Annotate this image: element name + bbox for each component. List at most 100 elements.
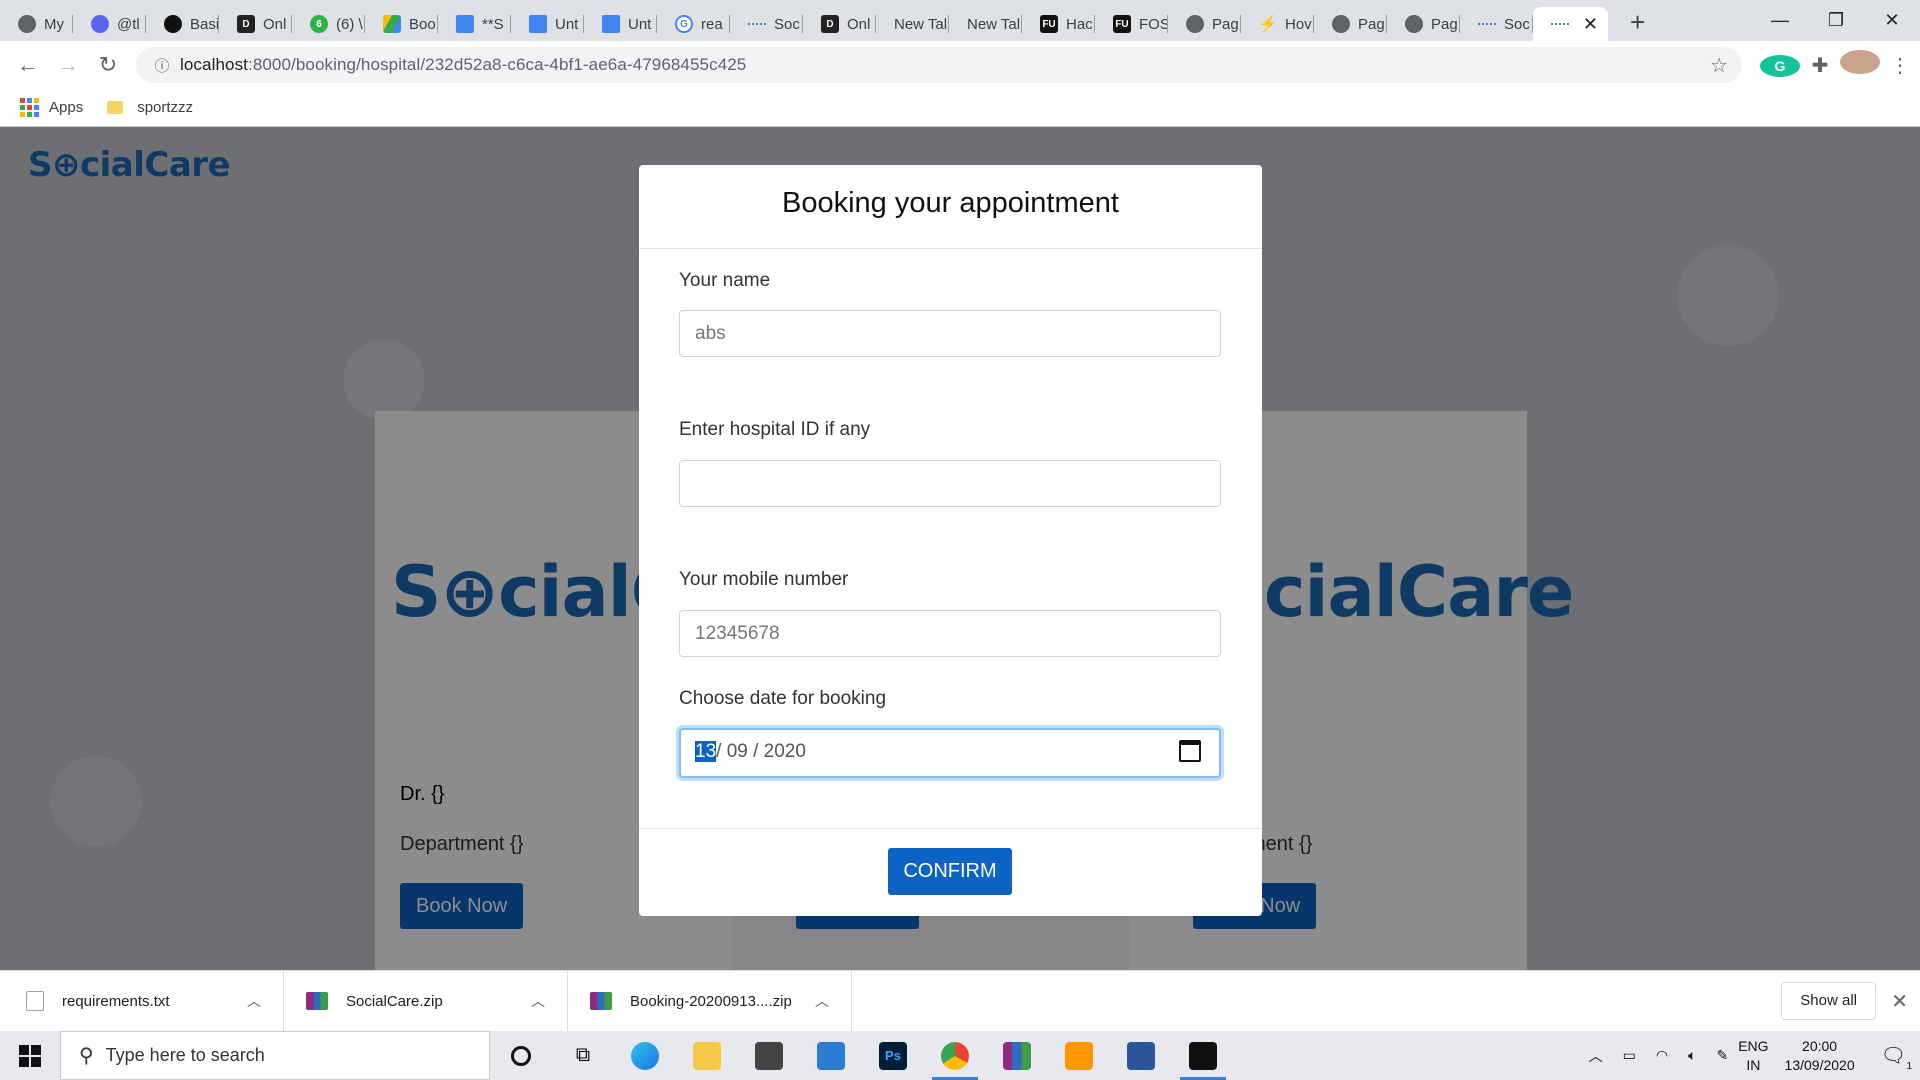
tab[interactable]: Pag [1387,7,1460,41]
bookmark-star-icon[interactable]: ☆ [1710,53,1728,78]
profile-avatar-icon[interactable] [1840,50,1880,80]
word-icon[interactable] [1110,1031,1172,1080]
notification-icon[interactable]: 🗨︎ 1 [1881,1043,1912,1072]
download-item[interactable]: Booking-20200913....zip ︿ [568,970,852,1032]
taskbar-search[interactable]: ⚲ Type here to search [60,1031,490,1080]
calendar-icon[interactable] [1179,740,1201,762]
menu-kebab-icon[interactable]: ⋮ [1880,53,1920,78]
tab[interactable]: Pag [1314,7,1387,41]
new-tab-button[interactable]: + [1630,7,1645,38]
address-bar[interactable]: ⓘ localhost:8000/booking/hospital/232d52… [136,47,1742,83]
hospital-id-label: Enter hospital ID if any [679,419,871,440]
minimize-icon[interactable]: — [1752,0,1808,41]
sublime-text-icon[interactable] [1048,1031,1110,1080]
chrome-icon[interactable] [924,1031,986,1080]
mail-icon[interactable] [800,1031,862,1080]
tab[interactable]: Pag [1168,7,1241,41]
chevron-up-icon[interactable]: ︿ [531,991,545,1011]
tab-label: Onl [847,15,871,33]
photoshop-icon[interactable]: Ps [862,1031,924,1080]
date-day-segment[interactable]: 13 [695,741,717,762]
tab-active[interactable]: ✕ [1533,7,1608,41]
mobile-input[interactable]: 12345678 [679,610,1221,657]
task-view-icon[interactable]: ⧉ [552,1031,614,1080]
tab[interactable]: ⚡ Hov [1241,7,1314,41]
clock[interactable]: 20:00 13/09/2020 [1785,1037,1855,1075]
tab-label: rea [701,15,723,33]
pen-icon[interactable]: ✎ [1716,1047,1728,1064]
tab[interactable]: Grea [657,7,730,41]
tab[interactable]: My [0,7,73,41]
download-item[interactable]: requirements.txt ︿ [0,970,284,1032]
tab[interactable]: New Tal [876,7,949,41]
download-item[interactable]: SocialCare.zip ︿ [284,970,568,1032]
tab[interactable]: **S [438,7,511,41]
name-input[interactable]: abs [679,310,1221,357]
bookmark-sportzzz[interactable]: sportzzz [107,99,193,116]
tab[interactable]: @tl [73,7,146,41]
folder-icon [107,101,124,114]
wifi-icon[interactable]: ◠ [1656,1047,1668,1064]
tab[interactable]: Unt [584,7,657,41]
zip-file-icon [590,992,612,1010]
back-icon[interactable]: ← [8,52,48,78]
date-input[interactable]: 13/ 09 / 2020 [679,728,1221,778]
confirm-button[interactable]: CONFIRM [888,848,1012,895]
tab-label: (6) \ [336,15,363,33]
tab[interactable]: FU Hac [1022,7,1095,41]
dash-icon [1551,23,1569,25]
date-rest-segment[interactable]: / 09 / 2020 [716,741,806,762]
tab-label: Soc [774,15,800,33]
tab-label: Hac [1066,15,1093,33]
store-icon[interactable] [738,1031,800,1080]
terminal-icon[interactable] [1172,1031,1234,1080]
date-label: Choose date for booking [679,688,887,709]
tab[interactable]: D Onl [219,7,292,41]
show-all-button[interactable]: Show all [1781,982,1876,1020]
tab-label: New Tal [967,15,1021,33]
tab[interactable]: Unt [511,7,584,41]
tab-label: Unt [628,15,652,33]
volume-icon[interactable]: 🔈︎ [1688,1047,1696,1064]
tab[interactable]: D Onl [803,7,876,41]
url-path: :8000/booking/hospital/232d52a8-c6ca-4bf… [248,55,747,74]
tab[interactable]: Basi [146,7,219,41]
reload-icon[interactable]: ↻ [88,52,128,78]
tab[interactable]: Soc [730,7,803,41]
file-explorer-icon[interactable] [676,1031,738,1080]
zip-file-icon [306,992,328,1010]
grammarly-extension-icon[interactable]: G [1760,54,1800,77]
chevron-up-icon[interactable]: ︿ [815,991,829,1011]
tab-label: Hov [1285,15,1312,33]
forward-icon[interactable]: → [48,52,88,78]
globe-icon [1186,15,1204,33]
tab[interactable]: Boo [365,7,438,41]
tab-label: Pag [1431,15,1458,33]
chevron-up-icon[interactable]: ︿ [247,991,261,1011]
extensions-puzzle-icon[interactable]: ✚ [1800,53,1840,78]
cortana-icon[interactable] [490,1031,552,1080]
lang-top: ENG [1738,1037,1769,1054]
tab[interactable]: New Tal [949,7,1022,41]
bookmark-apps[interactable]: Apps [20,98,83,117]
winrar-icon[interactable] [986,1031,1048,1080]
edge-icon[interactable] [614,1031,676,1080]
language-indicator[interactable]: ENG IN [1738,1037,1768,1075]
close-tab-icon[interactable]: ✕ [1583,14,1598,35]
tab[interactable]: Soc [1460,7,1533,41]
globe-icon [1332,15,1350,33]
info-icon[interactable]: ⓘ [144,55,180,76]
tab-label: Boo [409,15,436,33]
restore-icon[interactable]: ❐ [1808,0,1864,41]
start-button[interactable] [0,1044,60,1067]
hospital-id-input[interactable] [679,460,1221,507]
url-host: localhost [180,55,248,74]
tab[interactable]: 6 (6) \ [292,7,365,41]
close-shelf-icon[interactable]: ✕ [1891,989,1908,1014]
close-window-icon[interactable]: ✕ [1864,0,1920,41]
search-placeholder: Type here to search [105,1045,265,1065]
download-filename: SocialCare.zip [346,992,443,1010]
tab[interactable]: FU FOS [1095,7,1168,41]
chevron-up-icon[interactable]: ︿ [1589,1046,1603,1066]
battery-icon[interactable]: ▭ [1623,1047,1636,1064]
